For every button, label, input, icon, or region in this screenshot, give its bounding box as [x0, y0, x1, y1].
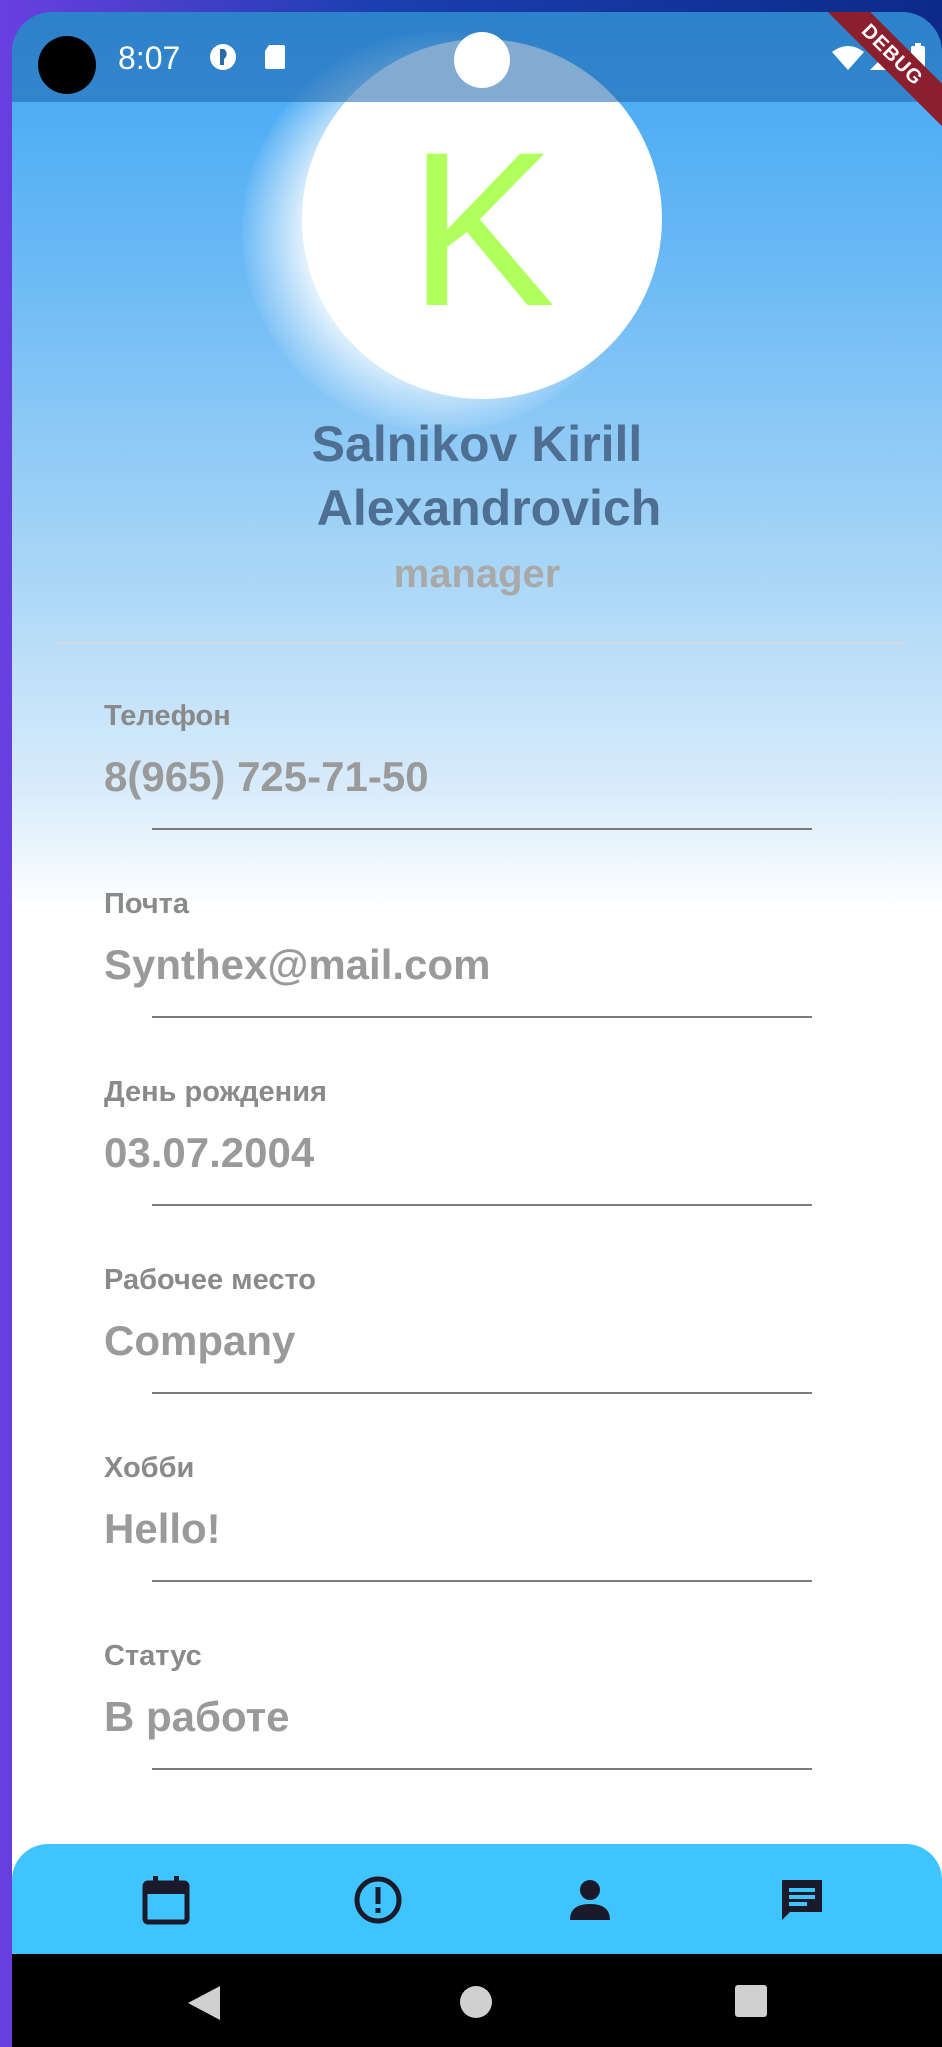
nav-calendar[interactable] [138, 1872, 194, 1928]
field-label: Рабочее место [104, 1264, 317, 1296]
nav-chat[interactable] [774, 1872, 830, 1928]
field-workplace[interactable]: Рабочее место Company [104, 1264, 824, 1394]
field-underline [152, 1204, 812, 1206]
nav-alerts[interactable] [350, 1872, 406, 1928]
home-icon[interactable] [458, 1984, 494, 2020]
field-label: Почта [104, 888, 190, 920]
profile-name-line2: Alexandrovich [316, 480, 662, 536]
field-value[interactable]: Synthex@mail.com [104, 941, 824, 989]
field-value[interactable]: 03.07.2004 [104, 1129, 824, 1177]
field-label: Статус [104, 1640, 202, 1672]
field-value[interactable]: В работе [104, 1693, 824, 1741]
status-time: 8:07 [118, 40, 181, 76]
app-notification-icon [210, 44, 236, 70]
field-underline [152, 1580, 812, 1582]
recents-icon[interactable] [734, 1984, 768, 2018]
field-phone[interactable]: Телефон 8(965) 725-71-50 [104, 700, 824, 830]
person-icon [570, 1880, 610, 1920]
field-birthday[interactable]: День рождения 03.07.2004 [104, 1076, 824, 1206]
field-status[interactable]: Статус В работе [104, 1640, 824, 1770]
field-hobby[interactable]: Хобби Hello! [104, 1452, 824, 1582]
profile-name-line1: Salnikov Kirill [311, 416, 643, 472]
field-value[interactable]: Company [104, 1317, 824, 1365]
camera-cutout [38, 36, 96, 94]
avatar-letter: K [408, 106, 556, 352]
profile-role: manager [393, 552, 561, 596]
sd-card-icon [265, 45, 285, 69]
back-icon[interactable] [186, 1984, 222, 2022]
field-label: Хобби [104, 1452, 195, 1484]
field-label: Телефон [104, 700, 231, 732]
nav-profile[interactable] [562, 1872, 618, 1928]
calendar-icon [142, 1876, 190, 1925]
field-underline [152, 1768, 812, 1770]
bottom-navigation-bar [12, 1844, 942, 1954]
field-underline [152, 1016, 812, 1018]
app-screen: K 8:07 DEBUG Salnikov Kirill Alexandrovi… [12, 12, 942, 2047]
front-sensor [454, 32, 510, 88]
field-email[interactable]: Почта Synthex@mail.com [104, 888, 824, 1018]
debug-banner: DEBUG [803, 12, 942, 144]
profile-name: Salnikov Kirill Alexandrovich [12, 412, 942, 540]
field-underline [152, 1392, 812, 1394]
alert-icon [354, 1876, 402, 1924]
system-navigation-bar [12, 1954, 942, 2047]
divider [56, 642, 906, 644]
field-underline [152, 828, 812, 830]
field-label: День рождения [104, 1076, 327, 1108]
field-value[interactable]: Hello! [104, 1505, 824, 1553]
field-value[interactable]: 8(965) 725-71-50 [104, 753, 824, 801]
wifi-icon [832, 46, 864, 70]
chat-icon [782, 1880, 822, 1920]
status-bar: 8:07 DEBUG [12, 12, 942, 144]
